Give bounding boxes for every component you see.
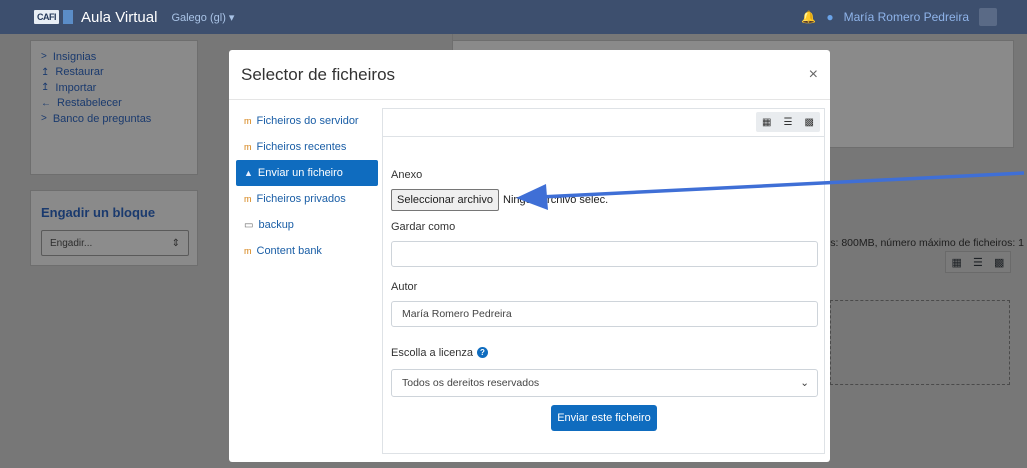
chevron-down-icon: ⌄ <box>800 377 809 389</box>
chevron-right-icon: > <box>41 51 47 63</box>
repo-label: Enviar un ficheiro <box>257 167 343 179</box>
repo-label: Content bank <box>256 245 322 257</box>
list-view-icon: ☰ <box>973 256 983 269</box>
file-picker-modal: Selector de ficheiros × m Ficheiros do s… <box>229 50 830 462</box>
site-name[interactable]: Aula Virtual <box>81 9 157 26</box>
moodle-icon: m <box>244 142 252 152</box>
add-block-select[interactable]: Engadir... ⇕ <box>41 230 189 256</box>
moodle-icon: m <box>244 246 252 256</box>
menu-item-insignias[interactable]: > Insignias <box>41 49 197 65</box>
menu-item-restabelecer[interactable]: ← Restabelecer <box>41 96 197 112</box>
background-drop-zone <box>830 300 1010 385</box>
background-file-limits: s: 800MB, número máximo de ficheiros: 1 <box>830 237 1024 249</box>
arrow-left-icon: ← <box>41 97 51 109</box>
file-status-text: Ningún archivo selec. <box>503 194 609 206</box>
bell-icon[interactable]: 🔔 <box>801 10 816 24</box>
author-input[interactable]: María Romero Pedreira <box>391 301 818 327</box>
site-logo[interactable]: CAFI <box>34 10 59 24</box>
repo-backup[interactable]: ▭ backup <box>236 212 378 238</box>
save-as-label: Gardar como <box>391 221 456 233</box>
list-view-icon[interactable]: ☰ <box>784 117 793 128</box>
folder-icon: ▩ <box>994 256 1005 269</box>
repo-label: backup <box>258 219 294 231</box>
grid-view-icon[interactable]: ▦ <box>762 117 771 128</box>
license-select-value: Todos os dereitos reservados <box>402 377 540 389</box>
course-admin-block: > Insignias ↥ Restaurar ↥ Importar ← Res… <box>30 40 198 175</box>
file-picker-content: ▦ ☰ ▩ Anexo Seleccionar archivo Ningún a… <box>382 108 825 454</box>
top-navbar: CAFI Aula Virtual Galego (gl) ▾ 🔔 ● Marí… <box>0 0 1027 34</box>
avatar[interactable] <box>979 8 997 26</box>
repo-private-files[interactable]: m Ficheiros privados <box>236 186 378 212</box>
moodle-icon: m <box>244 194 252 204</box>
help-icon[interactable]: ? <box>476 347 488 359</box>
add-block-panel: Engadir un bloque Engadir... ⇕ <box>30 190 198 266</box>
repo-label: Ficheiros privados <box>256 193 346 205</box>
modal-title: Selector de ficheiros <box>241 64 396 84</box>
file-picker-toolbar: ▦ ☰ ▩ <box>383 109 824 137</box>
license-label: Escolla a licenza <box>391 347 473 359</box>
navbar-right: 🔔 ● María Romero Pedreira <box>801 0 997 34</box>
repo-content-bank[interactable]: m Content bank <box>236 238 378 264</box>
user-menu-name[interactable]: María Romero Pedreira <box>844 10 969 24</box>
menu-item-label: Restabelecer <box>57 97 122 110</box>
attachment-label: Anexo <box>391 169 423 181</box>
modal-header: Selector de ficheiros × <box>229 50 830 100</box>
license-select[interactable]: Todos os dereitos reservados ⌄ <box>391 369 818 397</box>
grid-view-icon: ▦ <box>951 256 962 269</box>
repo-label: Ficheiros do servidor <box>256 115 359 127</box>
brand-mark-icon <box>63 10 73 24</box>
menu-item-restaurar[interactable]: ↥ Restaurar <box>41 65 197 81</box>
add-block-select-value: Engadir... <box>50 237 93 249</box>
close-icon[interactable]: × <box>809 66 818 84</box>
menu-item-label: Importar <box>55 81 97 94</box>
menu-item-label: Banco de preguntas <box>52 112 152 125</box>
author-label: Autor <box>391 281 418 293</box>
menu-item-label: Insignias <box>52 50 97 63</box>
chevron-right-icon: > <box>41 113 47 125</box>
repo-upload-file[interactable]: ▲ Enviar un ficheiro <box>236 160 378 186</box>
save-as-input[interactable] <box>391 241 818 267</box>
language-menu[interactable]: Galego (gl) ▾ <box>171 11 234 24</box>
repo-label: Ficheiros recentes <box>256 141 347 153</box>
menu-item-importar[interactable]: ↥ Importar <box>41 80 197 96</box>
view-mode-buttons: ▦ ☰ ▩ <box>756 112 820 132</box>
choose-file-button[interactable]: Seleccionar archivo <box>391 189 499 211</box>
repo-server-files[interactable]: m Ficheiros do servidor <box>236 108 378 134</box>
chat-icon[interactable]: ● <box>826 10 833 24</box>
add-block-title: Engadir un bloque <box>41 205 156 220</box>
upload-icon: ▲ <box>244 168 253 178</box>
upload-icon: ↥ <box>41 82 50 94</box>
upload-icon: ↥ <box>41 66 50 78</box>
moodle-icon: m <box>244 116 252 126</box>
repository-list: m Ficheiros do servidor m Ficheiros rece… <box>236 108 378 264</box>
menu-item-banco-preguntas[interactable]: > Banco de preguntas <box>41 111 197 127</box>
file-input-row: Seleccionar archivo Ningún archivo selec… <box>391 189 824 211</box>
license-label-row: Escolla a licenza? <box>391 345 824 359</box>
background-view-buttons: ▦ ☰ ▩ <box>945 251 1011 273</box>
repo-recent-files[interactable]: m Ficheiros recentes <box>236 134 378 160</box>
folder-icon[interactable]: ▩ <box>805 117 814 128</box>
upload-submit-button[interactable]: Enviar este ficheiro <box>551 405 657 431</box>
box-icon: ▭ <box>244 219 254 231</box>
menu-item-label: Restaurar <box>55 66 104 79</box>
upload-form: Anexo Seleccionar archivo Ningún archivo… <box>383 169 824 397</box>
updown-arrow-icon: ⇕ <box>171 237 180 249</box>
